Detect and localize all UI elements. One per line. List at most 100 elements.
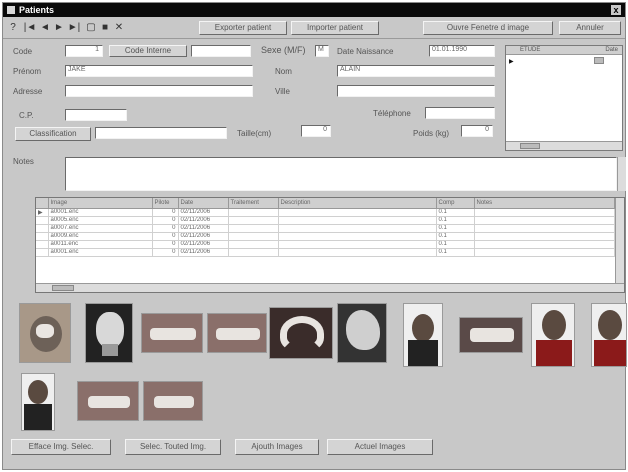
cell-pilote[interactable]: 0 (152, 216, 179, 225)
classification-field[interactable] (95, 127, 227, 139)
thumbnail-teeth-frontal-2[interactable] (77, 381, 139, 421)
grid-header-date[interactable]: Date (178, 198, 229, 209)
grid-header-pilote[interactable]: Pilote (152, 198, 179, 209)
thumbnail-teeth-occlusion-right[interactable] (141, 313, 203, 353)
study-list-panel[interactable]: ETUDE Date ▶ (505, 45, 623, 151)
add-images-button[interactable]: Ajouth Images (235, 439, 319, 455)
cell-comp[interactable]: 0.1 (436, 224, 475, 233)
cell-date[interactable]: 02/11/2006 (178, 240, 229, 249)
grid-vscroll[interactable] (615, 198, 624, 284)
code-interne-button[interactable]: Code Interne (109, 45, 187, 57)
grid-header-image[interactable]: Image (48, 198, 153, 209)
code-interne-field[interactable] (191, 45, 251, 57)
cell-image[interactable]: a0009.enc (48, 232, 153, 241)
taille-field[interactable]: 0 (301, 125, 331, 137)
delete-selected-images-button[interactable]: Efface Img. Selec. (11, 439, 111, 455)
sexe-field[interactable]: M (315, 45, 329, 57)
cell-date[interactable]: 02/11/2006 (178, 232, 229, 241)
cell-pilote[interactable]: 0 (152, 232, 179, 241)
study-list-hscroll[interactable] (506, 141, 622, 150)
hscroll-thumb[interactable] (52, 285, 74, 291)
cell-date[interactable]: 02/11/2006 (178, 208, 229, 217)
cell-comp[interactable]: 0.1 (436, 208, 475, 217)
cell-traitement[interactable] (228, 208, 279, 217)
thumbnail-teeth-occlusion-left[interactable] (207, 313, 267, 353)
cell-comp[interactable]: 0.1 (436, 232, 475, 241)
cell-traitement[interactable] (228, 224, 279, 233)
grid-header-comp[interactable]: Comp (436, 198, 475, 209)
open-image-window-button[interactable]: Ouvre Fenetre d image (423, 21, 553, 35)
thumbnail-face-frontal[interactable] (531, 303, 575, 367)
cell-traitement[interactable] (228, 232, 279, 241)
table-row[interactable]: a0005.enc 0 02/11/2006 0.1 (36, 216, 615, 225)
cell-description[interactable] (278, 240, 437, 249)
cell-date[interactable]: 02/11/2006 (178, 248, 229, 257)
cell-notes[interactable] (474, 216, 615, 225)
save-icon[interactable]: ■ (99, 21, 111, 35)
thumbnail-profile-photo[interactable] (403, 303, 443, 367)
thumbnail-xray-frontal[interactable] (85, 303, 133, 363)
date-naissance-field[interactable]: 01.01.1990 (429, 45, 495, 57)
cell-image[interactable]: a0001.enc (48, 248, 153, 257)
cell-notes[interactable] (474, 232, 615, 241)
cell-date[interactable]: 02/11/2006 (178, 216, 229, 225)
cell-pilote[interactable]: 0 (152, 248, 179, 257)
cell-pilote[interactable]: 0 (152, 208, 179, 217)
cell-comp[interactable]: 0.1 (436, 216, 475, 225)
poids-field[interactable]: 0 (461, 125, 493, 137)
images-grid[interactable]: Image Pilote Date Traitement Description… (35, 197, 625, 293)
cell-description[interactable] (278, 232, 437, 241)
thumbnail-face-smile[interactable] (591, 303, 627, 367)
cell-notes[interactable] (474, 240, 615, 249)
telephone-field[interactable] (425, 107, 495, 119)
new-record-icon[interactable]: ▢ (85, 21, 97, 35)
refresh-images-button[interactable]: Actuel Images (327, 439, 433, 455)
grid-header-traitement[interactable]: Traitement (228, 198, 279, 209)
thumbnail-intraoral-photo[interactable] (19, 303, 71, 363)
notes-vscroll[interactable] (617, 157, 626, 191)
last-record-icon[interactable]: ►| (67, 21, 81, 35)
delete-icon[interactable]: ✕ (113, 21, 125, 35)
thumbnail-upper-arch[interactable] (269, 307, 333, 359)
help-icon[interactable]: ? (7, 21, 19, 35)
cell-description[interactable] (278, 224, 437, 233)
classification-button[interactable]: Classification (15, 127, 91, 141)
cell-traitement[interactable] (228, 248, 279, 257)
table-row[interactable]: a0001.enc 0 02/11/2006 0.1 (36, 248, 615, 257)
thumbnail-teeth-frontal-3[interactable] (143, 381, 203, 421)
grid-header-notes[interactable]: Notes (474, 198, 615, 209)
nom-field[interactable]: ALAIN (337, 65, 495, 77)
cell-notes[interactable] (474, 224, 615, 233)
thumbnail-xray-lateral[interactable] (337, 303, 387, 363)
cell-notes[interactable] (474, 208, 615, 217)
cell-traitement[interactable] (228, 240, 279, 249)
cell-description[interactable] (278, 208, 437, 217)
cell-notes[interactable] (474, 248, 615, 257)
hscroll-thumb[interactable] (520, 143, 540, 149)
cell-image[interactable]: a0011.enc (48, 240, 153, 249)
close-icon[interactable]: x (611, 5, 621, 15)
code-field[interactable]: 1 (65, 45, 103, 57)
thumbnail-profile-photo-2[interactable] (21, 373, 55, 431)
table-row[interactable]: a0011.enc 0 02/11/2006 0.1 (36, 240, 615, 249)
adresse-field[interactable] (65, 85, 253, 97)
grid-hscroll[interactable] (36, 283, 624, 292)
grid-header-description[interactable]: Description (278, 198, 437, 209)
cell-image[interactable]: a0001.enc (48, 208, 153, 217)
prev-record-icon[interactable]: ◄ (39, 21, 51, 35)
cell-pilote[interactable]: 0 (152, 240, 179, 249)
table-row[interactable]: ▶ a0001.enc 0 02/11/2006 0.1 (36, 208, 615, 217)
cell-description[interactable] (278, 248, 437, 257)
dropdown-icon[interactable] (594, 57, 604, 64)
cell-date[interactable]: 02/11/2006 (178, 224, 229, 233)
notes-field[interactable] (65, 157, 617, 191)
table-row[interactable]: a0009.enc 0 02/11/2006 0.1 (36, 232, 615, 241)
prenom-field[interactable]: JAKE (65, 65, 253, 77)
cell-comp[interactable]: 0.1 (436, 248, 475, 257)
ville-field[interactable] (337, 85, 495, 97)
thumbnail-teeth-frontal[interactable] (459, 317, 523, 353)
cell-pilote[interactable]: 0 (152, 224, 179, 233)
cancel-button[interactable]: Annuler (559, 21, 621, 35)
cell-image[interactable]: a0007.enc (48, 224, 153, 233)
cell-comp[interactable]: 0.1 (436, 240, 475, 249)
